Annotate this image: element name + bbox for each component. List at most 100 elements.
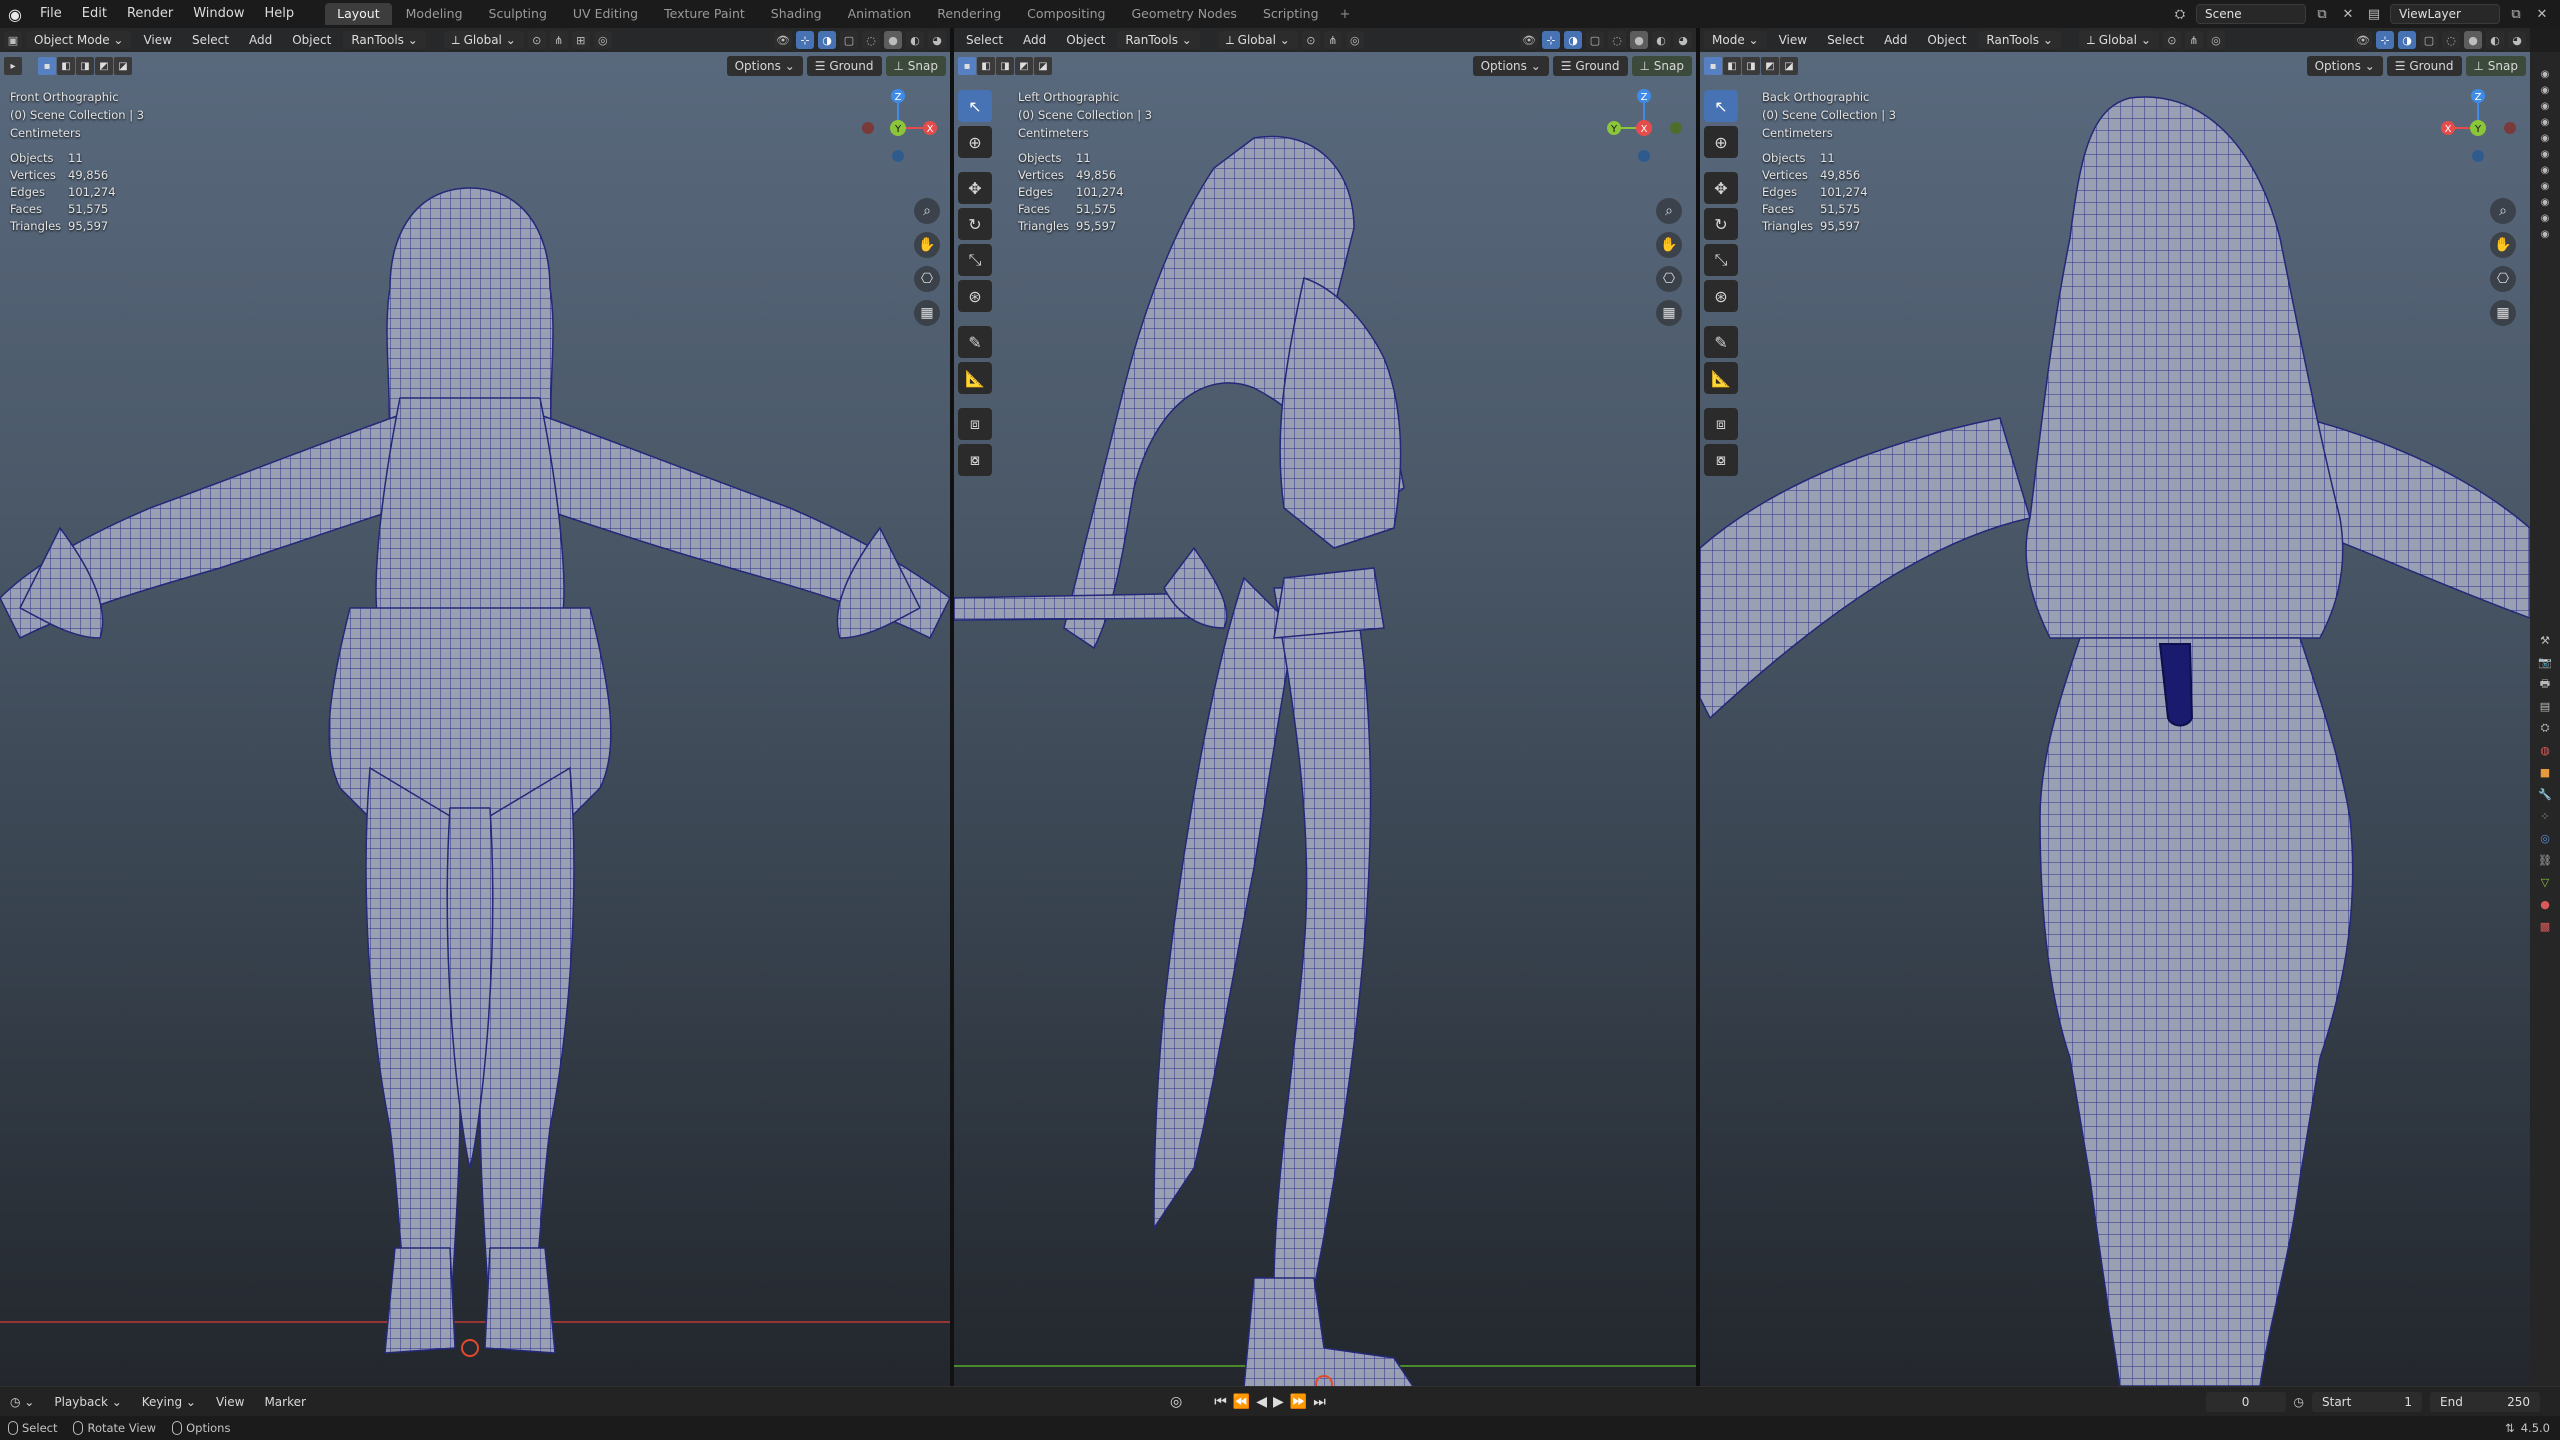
solid-shading-icon[interactable]: ●: [1630, 31, 1648, 49]
gizmo-toggle-icon[interactable]: ⊹: [2376, 31, 2394, 49]
select-extend-icon[interactable]: ◧: [57, 57, 75, 75]
jump-start-icon[interactable]: ⏮: [1214, 1394, 1227, 1410]
play-reverse-icon[interactable]: ◀: [1256, 1394, 1267, 1410]
visibility-icon[interactable]: 👁: [1520, 31, 1538, 49]
modifier-properties-icon[interactable]: 🔧: [2537, 786, 2553, 802]
select-invert-icon[interactable]: ◩: [1015, 57, 1033, 75]
rantools-menu[interactable]: RanTools ⌄: [1117, 31, 1200, 49]
select-extend-icon[interactable]: ◧: [977, 57, 995, 75]
autokey-icon[interactable]: ◎: [1170, 1394, 1182, 1410]
tab-shading[interactable]: Shading: [759, 3, 834, 25]
mode-dropdown[interactable]: Object Mode ⌄: [26, 31, 132, 49]
outliner-item-icon[interactable]: ◉: [2537, 68, 2553, 80]
axis-gizmo[interactable]: Z Y X: [858, 84, 938, 164]
texture-properties-icon[interactable]: ▩: [2537, 918, 2553, 934]
select-intersect-icon[interactable]: ◪: [114, 57, 132, 75]
render-properties-icon[interactable]: 📷: [2537, 654, 2553, 670]
material-shading-icon[interactable]: ◐: [906, 31, 924, 49]
menu-window[interactable]: Window: [183, 0, 254, 28]
outliner-item-icon[interactable]: ◉: [2537, 132, 2553, 144]
outliner-item-icon[interactable]: ◉: [2537, 148, 2553, 160]
outliner-item-icon[interactable]: ◉: [2537, 116, 2553, 128]
options-button[interactable]: Options ⌄: [726, 56, 803, 76]
play-icon[interactable]: ▶: [1273, 1394, 1284, 1410]
blender-logo-icon[interactable]: ◉: [0, 0, 30, 28]
ground-button[interactable]: ☰ Ground: [806, 56, 882, 76]
overlay-toggle-icon[interactable]: ◑: [818, 31, 836, 49]
outliner-item-icon[interactable]: ◉: [2537, 164, 2553, 176]
add-menu[interactable]: Add: [1015, 31, 1054, 49]
jump-end-icon[interactable]: ⏭: [1313, 1394, 1326, 1410]
rantools-menu[interactable]: RanTools ⌄: [1978, 31, 2061, 49]
new-view-layer-icon[interactable]: ⧉: [2506, 4, 2526, 24]
wireframe-shading-icon[interactable]: ◌: [2442, 31, 2460, 49]
select-subtract-icon[interactable]: ◨: [76, 57, 94, 75]
snap-button[interactable]: ⊥ Snap: [1631, 56, 1692, 76]
snap-toggle-icon[interactable]: ⋔: [2184, 31, 2203, 49]
object-menu[interactable]: Object: [1919, 31, 1974, 49]
pivot-icon[interactable]: ⊙: [527, 31, 546, 49]
physics-properties-icon[interactable]: ◎: [2537, 830, 2553, 846]
select-menu[interactable]: Select: [1819, 31, 1872, 49]
preview-range-icon[interactable]: ◷: [2294, 1395, 2304, 1409]
scene-properties-icon[interactable]: ⛭: [2537, 720, 2553, 736]
visibility-icon[interactable]: 👁: [774, 31, 792, 49]
tab-uv-editing[interactable]: UV Editing: [561, 3, 650, 25]
proportional-edit-icon[interactable]: ◎: [1345, 31, 1364, 49]
viewport-left-side[interactable]: Select Add Object RanTools ⌄ ⟂ Global ⌄ …: [954, 28, 1696, 1386]
orientation-dropdown[interactable]: ⟂ Global ⌄: [2078, 31, 2159, 49]
constraints-properties-icon[interactable]: ⛓: [2537, 852, 2553, 868]
timeline-view-menu[interactable]: View: [206, 1395, 254, 1409]
object-menu[interactable]: Object: [284, 31, 339, 49]
wireframe-shading-icon[interactable]: ◌: [862, 31, 880, 49]
mode-dropdown[interactable]: Mode ⌄: [1704, 31, 1767, 49]
ground-button[interactable]: ☰ Ground: [1552, 56, 1628, 76]
rendered-shading-icon[interactable]: ◕: [2508, 31, 2526, 49]
tool-properties-icon[interactable]: ⚒: [2537, 632, 2553, 648]
add-workspace-icon[interactable]: +: [1332, 7, 1359, 22]
current-frame-field[interactable]: 0: [2205, 1392, 2286, 1412]
delete-view-layer-icon[interactable]: ✕: [2532, 4, 2552, 24]
options-button[interactable]: Options ⌄: [1472, 56, 1549, 76]
material-properties-icon[interactable]: ●: [2537, 896, 2553, 912]
world-properties-icon[interactable]: ◍: [2537, 742, 2553, 758]
outliner-item-icon[interactable]: ◉: [2537, 228, 2553, 240]
menu-edit[interactable]: Edit: [72, 0, 117, 28]
overlay-toggle-icon[interactable]: ◑: [2398, 31, 2416, 49]
view-menu[interactable]: View: [135, 31, 179, 49]
snap-button[interactable]: ⊥ Snap: [885, 56, 946, 76]
view-layer-properties-icon[interactable]: ▤: [2537, 698, 2553, 714]
outliner-item-icon[interactable]: ◉: [2537, 180, 2553, 192]
rantools-menu[interactable]: RanTools ⌄: [343, 31, 426, 49]
menu-render[interactable]: Render: [117, 0, 183, 28]
solid-shading-icon[interactable]: ●: [884, 31, 902, 49]
tool-toggle-icon[interactable]: ▸: [4, 57, 22, 75]
object-menu[interactable]: Object: [1058, 31, 1113, 49]
snap-toggle-icon[interactable]: ⋔: [1323, 31, 1342, 49]
outliner-item-icon[interactable]: ◉: [2537, 196, 2553, 208]
tab-modeling[interactable]: Modeling: [394, 3, 475, 25]
xray-icon[interactable]: ▢: [2420, 31, 2438, 49]
select-subtract-icon[interactable]: ◨: [996, 57, 1014, 75]
character-mesh-side[interactable]: [954, 108, 1696, 1386]
tab-sculpting[interactable]: Sculpting: [477, 3, 559, 25]
view-menu[interactable]: View: [1771, 31, 1815, 49]
tab-animation[interactable]: Animation: [836, 3, 924, 25]
snap-target-icon[interactable]: ⊞: [571, 31, 590, 49]
xray-icon[interactable]: ▢: [840, 31, 858, 49]
character-mesh-back[interactable]: [1700, 58, 2530, 1386]
editor-type-icon[interactable]: ▣: [4, 31, 22, 49]
pivot-icon[interactable]: ⊙: [1301, 31, 1320, 49]
material-shading-icon[interactable]: ◐: [2486, 31, 2504, 49]
tab-texture-paint[interactable]: Texture Paint: [652, 3, 757, 25]
particles-properties-icon[interactable]: ⁘: [2537, 808, 2553, 824]
gizmo-toggle-icon[interactable]: ⊹: [796, 31, 814, 49]
end-frame-field[interactable]: End 250: [2430, 1392, 2540, 1412]
viewport-front[interactable]: ▣ Object Mode ⌄ View Select Add Object R…: [0, 28, 950, 1386]
snap-toggle-icon[interactable]: ⋔: [549, 31, 568, 49]
select-menu[interactable]: Select: [958, 31, 1011, 49]
object-properties-icon[interactable]: ■: [2537, 764, 2553, 780]
select-invert-icon[interactable]: ◩: [95, 57, 113, 75]
outliner-item-icon[interactable]: ◉: [2537, 84, 2553, 96]
tab-scripting[interactable]: Scripting: [1251, 3, 1331, 25]
